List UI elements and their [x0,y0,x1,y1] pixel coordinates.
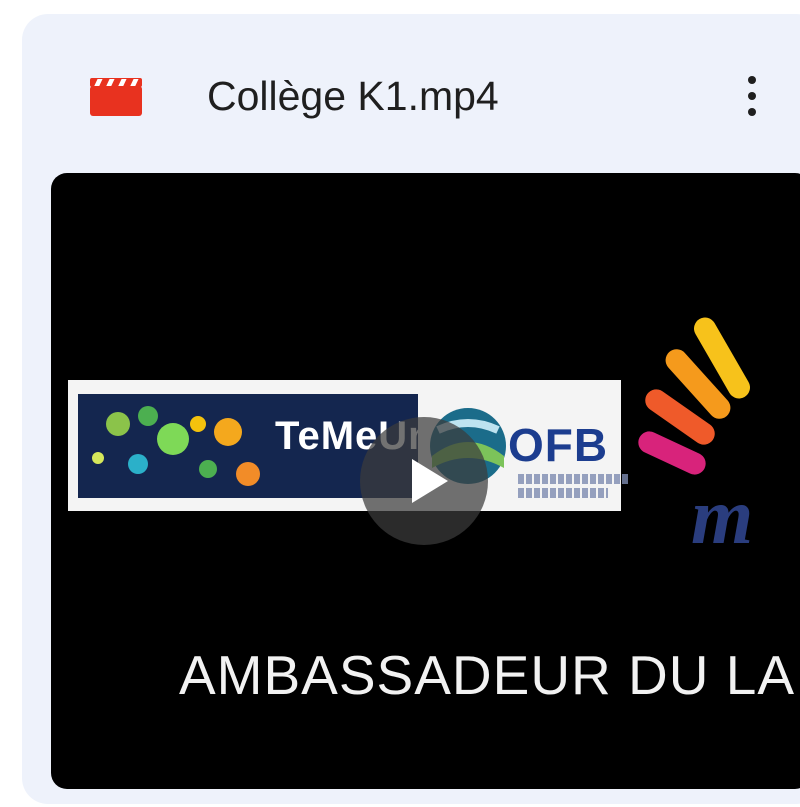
partner-logos-banner: TeMeUm OFB [68,380,628,511]
play-button[interactable] [360,417,488,545]
ofb-logo-subtext [518,474,628,484]
file-header: Collège K1.mp4 [22,14,800,164]
more-vert-icon-dot [748,108,756,116]
video-caption: AMBASSADEUR DU LA [179,644,796,706]
play-icon [412,459,448,503]
video-file-icon [90,78,142,116]
ofb-logo-text: OFB [508,419,609,471]
file-name: Collège K1.mp4 [207,73,499,119]
svg-text:m: m [691,473,753,561]
video-thumbnail[interactable]: m TeMeUm OFB AMBASSADEUR DU LA [51,173,800,789]
more-options-button[interactable] [722,64,782,128]
more-vert-icon-dot [748,92,756,100]
more-vert-icon [748,76,756,84]
ofb-logo-subtext [518,488,608,498]
